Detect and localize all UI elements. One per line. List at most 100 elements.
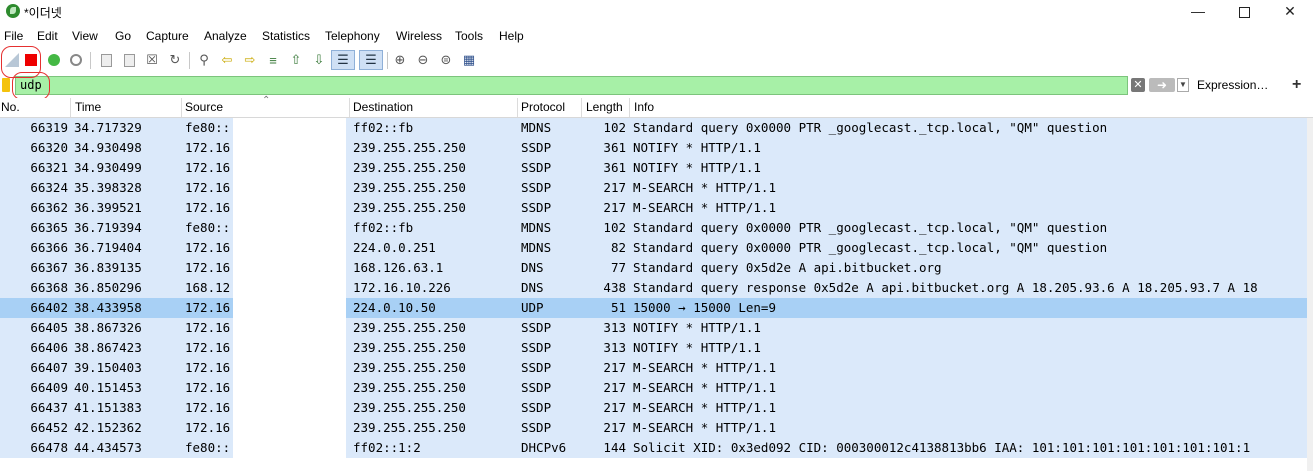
column-divider[interactable] — [629, 98, 630, 117]
save-file-button[interactable] — [119, 50, 139, 70]
cell-protocol: SSDP — [521, 160, 552, 175]
cell-length: 361 — [603, 160, 626, 175]
table-row[interactable]: 66437 41.151383 172.16 239.255.255.250 SSDP 2… — [0, 398, 1313, 418]
cell-source: 172.16 — [185, 140, 231, 155]
restart-capture-button[interactable] — [44, 50, 64, 70]
filter-history-dropdown[interactable]: ▼ — [1177, 78, 1189, 92]
capture-options-button[interactable] — [66, 50, 86, 70]
cell-no: 66324 — [30, 180, 68, 195]
menu-tools[interactable]: Tools — [455, 29, 483, 43]
table-row[interactable]: 66405 38.867326 172.16 239.255.255.250 SSDP 3… — [0, 318, 1313, 338]
table-row[interactable]: 66365 36.719394 fe80:: ff02::fb MDNS 102 Stand… — [0, 218, 1313, 238]
cell-info: Standard query 0x0000 PTR _googlecast._t… — [633, 220, 1108, 235]
clear-filter-button[interactable]: ✕ — [1131, 78, 1145, 92]
table-row[interactable]: 66367 36.839135 172.16 168.126.63.1 DNS 77 Sta… — [0, 258, 1313, 278]
cell-no: 66437 — [30, 400, 68, 415]
maximize-button[interactable] — [1221, 0, 1267, 24]
column-divider[interactable] — [349, 98, 350, 117]
cell-source: fe80:: — [185, 440, 231, 455]
resize-columns-icon: ▦ — [462, 52, 476, 67]
zoom-in-button[interactable]: ⊕ — [390, 50, 410, 70]
table-row[interactable]: 66368 36.850296 168.12 172.16.10.226 DNS 438 S… — [0, 278, 1313, 298]
column-divider[interactable] — [581, 98, 582, 117]
close-file-button[interactable]: ☒ — [142, 50, 162, 70]
go-forward-button[interactable]: ⇨ — [240, 50, 260, 70]
close-button[interactable]: ✕ — [1267, 0, 1313, 24]
colorize-button[interactable]: ☰ — [359, 50, 383, 70]
autoscroll-button[interactable]: ☰ — [331, 50, 355, 70]
menu-file[interactable]: File — [4, 29, 23, 43]
cell-protocol: SSDP — [521, 360, 552, 375]
column-divider[interactable] — [517, 98, 518, 117]
menu-statistics[interactable]: Statistics — [262, 29, 310, 43]
resize-columns-button[interactable]: ▦ — [459, 50, 479, 70]
cell-source: 172.16 — [185, 340, 231, 355]
table-row[interactable]: 66407 39.150403 172.16 239.255.255.250 SSDP 2… — [0, 358, 1313, 378]
last-packet-button[interactable]: ⇩ — [309, 50, 329, 70]
go-back-button[interactable]: ⇦ — [217, 50, 237, 70]
column-no[interactable]: No. — [1, 100, 20, 114]
go-to-packet-button[interactable]: ≡ — [263, 50, 283, 70]
menu-edit[interactable]: Edit — [37, 29, 58, 43]
zoom-out-button[interactable]: ⊖ — [413, 50, 433, 70]
column-destination[interactable]: Destination — [353, 100, 413, 114]
cell-info: NOTIFY * HTTP/1.1 — [633, 320, 761, 335]
table-row[interactable]: 66320 34.930498 172.16 239.255.255.250 SSDP 3… — [0, 138, 1313, 158]
menu-capture[interactable]: Capture — [146, 29, 189, 43]
cell-destination: 239.255.255.250 — [353, 420, 466, 435]
zoom-normal-button[interactable]: ⊜ — [436, 50, 456, 70]
cell-length: 144 — [603, 440, 626, 455]
column-protocol[interactable]: Protocol — [521, 100, 565, 114]
table-row[interactable]: 66452 42.152362 172.16 239.255.255.250 SSDP 2… — [0, 418, 1313, 438]
stop-capture-button[interactable] — [21, 50, 41, 70]
column-time[interactable]: Time — [75, 100, 101, 114]
cell-protocol: SSDP — [521, 340, 552, 355]
table-row[interactable]: 66324 35.398328 172.16 239.255.255.250 SSDP 2… — [0, 178, 1313, 198]
column-info[interactable]: Info — [634, 100, 654, 114]
cell-destination: ff02::fb — [353, 220, 414, 235]
table-row[interactable]: 66406 38.867423 172.16 239.255.255.250 SSDP 3… — [0, 338, 1313, 358]
bookmark-icon[interactable] — [2, 78, 10, 92]
display-filter-input[interactable]: udp — [15, 76, 1128, 95]
start-capture-button[interactable] — [2, 50, 22, 70]
table-row[interactable]: 66319 34.717329 fe80:: ff02::fb MDNS 102 Stand… — [0, 118, 1313, 138]
apply-filter-button[interactable]: ➜ — [1149, 78, 1175, 92]
find-packet-button[interactable]: ⚲ — [194, 50, 214, 70]
cell-info: M-SEARCH * HTTP/1.1 — [633, 400, 776, 415]
table-row[interactable]: 66402 38.433958 172.16 224.0.10.50 UDP 51 1500… — [0, 298, 1313, 318]
close-file-icon: ☒ — [146, 52, 158, 67]
minimize-button[interactable]: — — [1175, 0, 1221, 24]
expression-button[interactable]: Expression… — [1197, 78, 1268, 92]
back-icon: ⇦ — [221, 52, 233, 67]
toolbar-separator — [90, 52, 91, 69]
table-row[interactable]: 66478 44.434573 fe80:: ff02::1:2 DHCPv6 144 So… — [0, 438, 1313, 458]
vertical-scrollbar[interactable] — [1307, 118, 1313, 471]
column-length[interactable]: Length — [586, 100, 623, 114]
column-source[interactable]: Source — [185, 100, 223, 114]
menu-analyze[interactable]: Analyze — [204, 29, 247, 43]
cell-no: 66405 — [30, 320, 68, 335]
table-row[interactable]: 66366 36.719404 172.16 224.0.0.251 MDNS 82 Sta… — [0, 238, 1313, 258]
reload-file-button[interactable]: ↻ — [165, 50, 185, 70]
table-row[interactable]: 66409 40.151453 172.16 239.255.255.250 SSDP 2… — [0, 378, 1313, 398]
shark-fin-icon — [5, 53, 19, 67]
column-divider[interactable] — [181, 98, 182, 117]
cell-info: 15000 → 15000 Len=9 — [633, 300, 776, 315]
open-file-button[interactable] — [96, 50, 116, 70]
menu-telephony[interactable]: Telephony — [325, 29, 380, 43]
column-divider[interactable] — [70, 98, 71, 117]
table-row[interactable]: 66362 36.399521 172.16 239.255.255.250 SSDP 2… — [0, 198, 1313, 218]
table-row[interactable]: 66321 34.930499 172.16 239.255.255.250 SSDP 3… — [0, 158, 1313, 178]
menu-view[interactable]: View — [72, 29, 98, 43]
first-packet-button[interactable]: ⇧ — [286, 50, 306, 70]
cell-protocol: DHCPv6 — [521, 440, 567, 455]
menu-go[interactable]: Go — [115, 29, 131, 43]
cell-info: Standard query 0x0000 PTR _googlecast._t… — [633, 240, 1108, 255]
cell-info: M-SEARCH * HTTP/1.1 — [633, 420, 776, 435]
add-filter-button[interactable]: + — [1292, 76, 1301, 94]
menu-help[interactable]: Help — [499, 29, 524, 43]
menu-wireless[interactable]: Wireless — [396, 29, 442, 43]
cell-destination: 239.255.255.250 — [353, 400, 466, 415]
cell-protocol: MDNS — [521, 120, 552, 135]
cell-no: 66320 — [30, 140, 68, 155]
